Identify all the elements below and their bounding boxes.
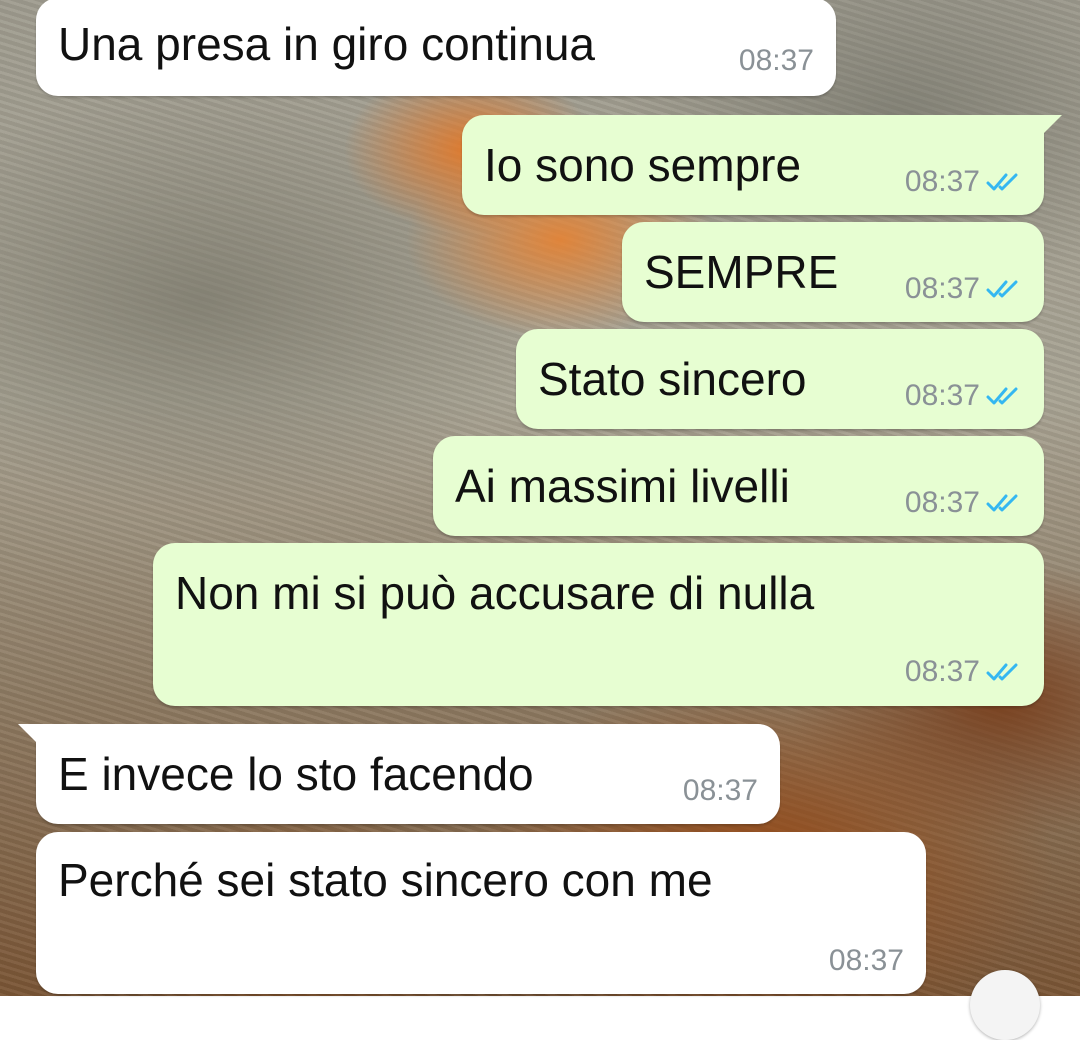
message-bubble-outgoing[interactable]: Non mi si può accusare di nulla 08:37	[153, 543, 1044, 706]
message-bubble-incoming[interactable]: Una presa in giro continua 08:37	[36, 0, 836, 96]
read-receipt-double-check-icon	[986, 663, 1018, 681]
message-meta: 08:37	[829, 944, 904, 978]
message-text: Stato sincero	[538, 353, 807, 405]
message-meta: 08:37	[905, 165, 1022, 199]
message-time: 08:37	[904, 272, 980, 305]
read-receipt-double-check-icon	[986, 387, 1018, 405]
scroll-to-bottom-button[interactable]	[970, 970, 1040, 1040]
message-time: 08:37	[904, 379, 980, 412]
bubble-tail	[1040, 115, 1062, 137]
message-bubble-incoming[interactable]: Perché sei stato sincero con me 08:37	[36, 832, 926, 994]
message-time: 08:37	[904, 486, 980, 519]
message-meta: 08:37	[905, 379, 1022, 413]
message-bubble-outgoing[interactable]: Io sono sempre 08:37	[462, 115, 1062, 215]
message-time: 08:37	[738, 44, 814, 77]
message-meta: 08:37	[739, 44, 814, 78]
message-time: 08:37	[904, 655, 980, 688]
message-text: Non mi si può accusare di nulla	[175, 567, 815, 619]
read-receipt-double-check-icon	[986, 173, 1018, 191]
message-time: 08:37	[904, 165, 980, 198]
message-text: SEMPRE	[644, 246, 839, 298]
message-bubble-outgoing[interactable]: SEMPRE 08:37	[622, 222, 1044, 322]
message-text: E invece lo sto facendo	[58, 748, 534, 800]
message-text: Perché sei stato sincero con me	[58, 854, 713, 906]
read-receipt-double-check-icon	[986, 280, 1018, 298]
message-bubble-incoming[interactable]: E invece lo sto facendo 08:37	[18, 724, 780, 824]
message-text: Io sono sempre	[484, 139, 802, 191]
message-meta: 08:37	[905, 486, 1022, 520]
bubble-tail	[18, 724, 40, 746]
message-time: 08:37	[828, 944, 904, 977]
message-meta: 08:37	[905, 655, 1022, 689]
message-meta: 08:37	[683, 774, 758, 808]
message-bubble-outgoing[interactable]: Stato sincero 08:37	[516, 329, 1044, 429]
message-text: Una presa in giro continua	[58, 18, 595, 70]
message-text: Ai massimi livelli	[455, 460, 790, 512]
message-bubble-outgoing[interactable]: Ai massimi livelli 08:37	[433, 436, 1044, 536]
read-receipt-double-check-icon	[986, 494, 1018, 512]
message-time: 08:37	[682, 774, 758, 807]
message-meta: 08:37	[905, 272, 1022, 306]
